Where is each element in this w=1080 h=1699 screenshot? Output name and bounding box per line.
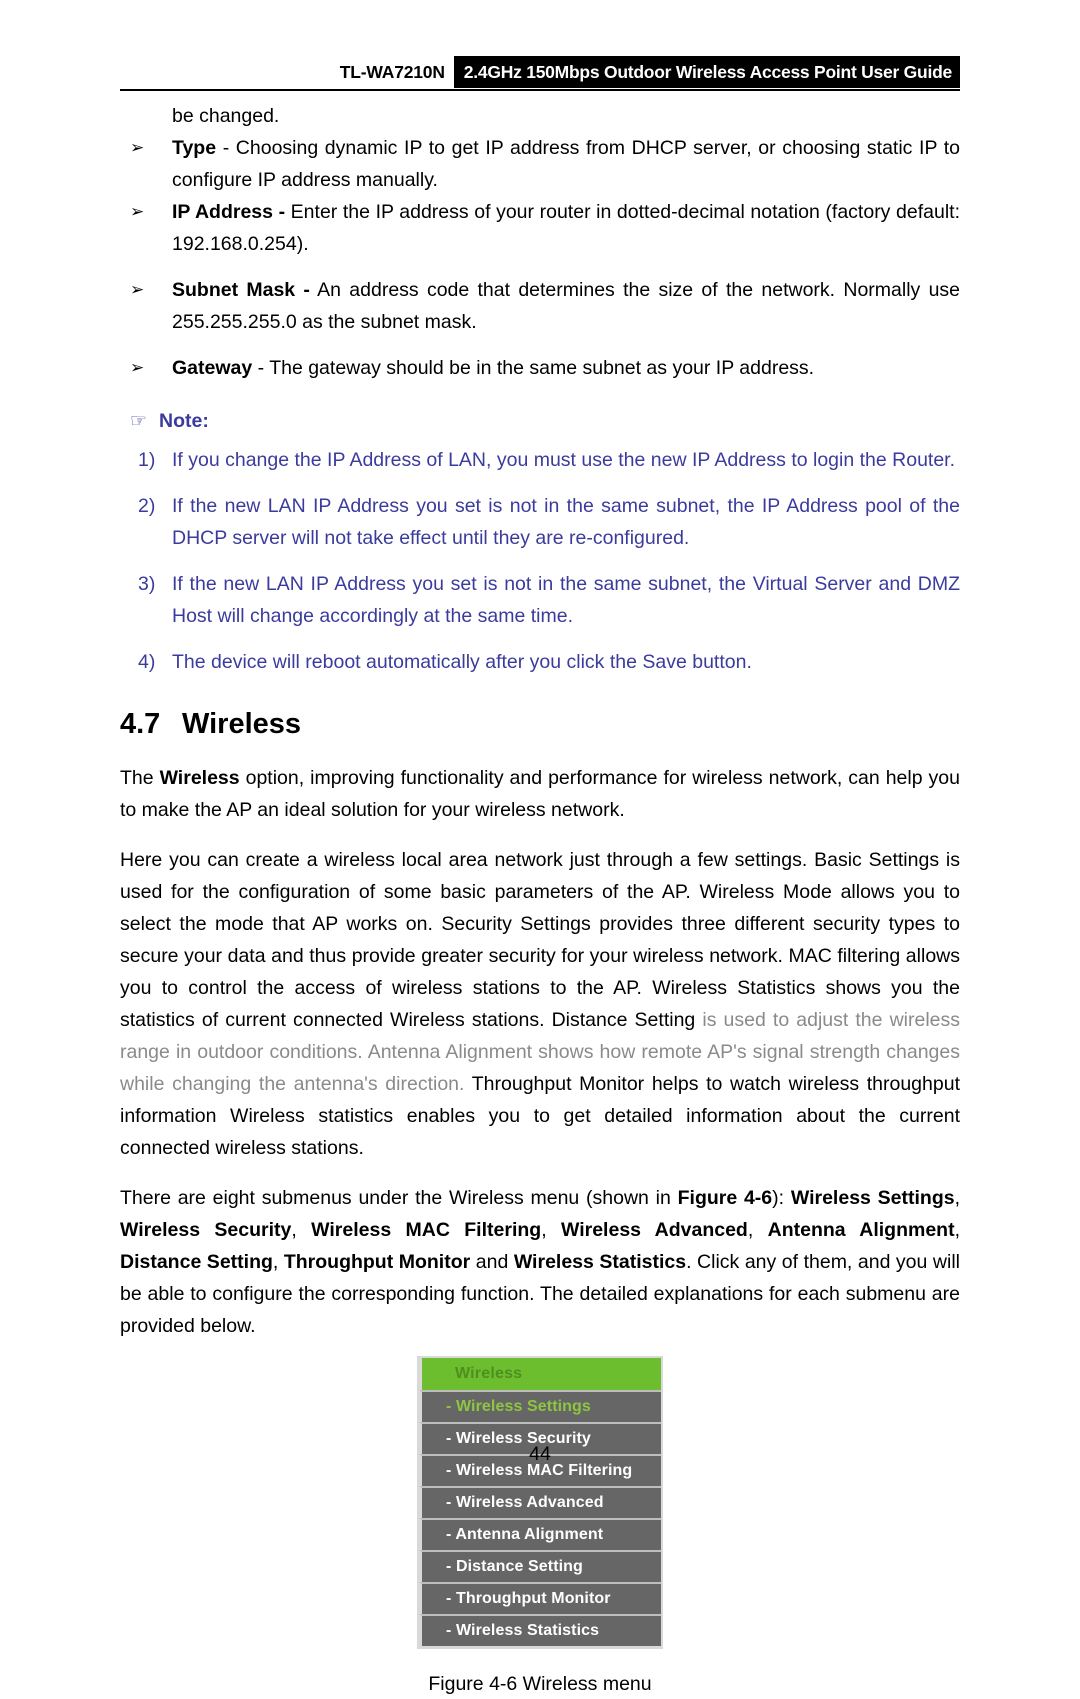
bullet-text-gateway: - The gateway should be in the same subn… <box>252 357 815 379</box>
note-item: 3) If the new LAN IP Address you set is … <box>120 568 960 632</box>
document-page: TL-WA7210N 2.4GHz 150Mbps Outdoor Wirele… <box>0 0 1080 1695</box>
para1-bold-wireless: Wireless <box>159 767 240 789</box>
bullet-arrow-icon: ➢ <box>130 202 145 222</box>
para3-t3: ): <box>772 1187 791 1209</box>
submenu-name-wireless-advanced: Wireless Advanced <box>560 1219 748 1241</box>
bullet-item-type: ➢ Type - Choosing dynamic IP to get IP a… <box>120 132 960 196</box>
paragraph-wireless-overview: Here you can create a wireless local are… <box>120 844 960 1164</box>
bullet-item-subnet-mask: ➢ Subnet Mask - An address code that det… <box>120 274 960 338</box>
pointing-hand-icon: ☞ <box>130 410 148 432</box>
para3-t17: and <box>470 1251 514 1273</box>
para3-t9: , <box>541 1219 561 1241</box>
section-number: 4.7 <box>120 708 161 740</box>
menu-item-wireless-advanced[interactable]: - Wireless Advanced <box>419 1486 661 1518</box>
section-title: Wireless <box>182 708 302 740</box>
para1-a: The <box>120 767 160 789</box>
submenu-name-distance-setting: Distance Setting <box>120 1251 273 1273</box>
note-item-text: If the new LAN IP Address you set is not… <box>172 495 960 549</box>
note-item-text: If you change the IP Address of LAN, you… <box>172 449 956 471</box>
submenu-name-antenna-alignment: Antenna Alignment <box>767 1219 955 1241</box>
para3-t15: , <box>272 1251 284 1273</box>
note-block: ☞ Note: 1) If you change the IP Address … <box>120 406 960 678</box>
menu-item-wireless-settings[interactable]: - Wireless Settings <box>419 1390 661 1422</box>
para2-black-part-1: Here you can create a wireless local are… <box>120 849 960 1031</box>
submenu-name-wireless-settings: Wireless Settings <box>790 1187 955 1209</box>
bullet-text-ip-address: Enter the IP address of your router in d… <box>172 201 960 255</box>
figure-caption: Figure 4-6 Wireless menu <box>428 1673 652 1695</box>
bullet-term-subnet-mask: Subnet Mask - <box>172 279 310 301</box>
note-item-number: 3) <box>138 573 156 595</box>
paragraph-submenus: There are eight submenus under the Wirel… <box>120 1182 960 1342</box>
paragraph-wireless-intro: The Wireless option, improving functiona… <box>120 762 960 826</box>
running-header: TL-WA7210N 2.4GHz 150Mbps Outdoor Wirele… <box>120 56 960 90</box>
bullet-term-type: Type <box>172 137 217 159</box>
bullet-term-gateway: Gateway <box>172 357 253 379</box>
note-item: 4) The device will reboot automatically … <box>120 646 960 678</box>
bullet-term-ip-address: IP Address - <box>172 201 286 223</box>
para3-t11: , <box>747 1219 768 1241</box>
note-item-text: If the new LAN IP Address you set is not… <box>172 573 960 627</box>
submenu-name-wireless-statistics: Wireless Statistics <box>513 1251 687 1273</box>
menu-item-distance-setting[interactable]: - Distance Setting <box>419 1550 661 1582</box>
menu-header-wireless[interactable]: Wireless <box>419 1358 661 1390</box>
bullet-item-ip-address: ➢ IP Address - Enter the IP address of y… <box>120 196 960 260</box>
section-heading: 4.7 Wireless <box>120 704 960 744</box>
note-label: Note: <box>159 410 209 432</box>
figure-reference: Figure 4-6 <box>677 1187 773 1209</box>
bullet-item-gateway: ➢ Gateway - The gateway should be in the… <box>120 352 960 384</box>
para3-t13: , <box>954 1219 961 1241</box>
note-item-number: 1) <box>138 449 156 471</box>
note-item: 1) If you change the IP Address of LAN, … <box>120 444 960 476</box>
menu-item-wireless-statistics[interactable]: - Wireless Statistics <box>419 1614 661 1646</box>
figure-wireless-menu: Wireless - Wireless Settings - Wireless … <box>417 1356 663 1649</box>
para1-c: option, improving functionality and perf… <box>120 767 960 821</box>
bullet-arrow-icon: ➢ <box>130 280 145 300</box>
para3-t7: , <box>291 1219 312 1241</box>
note-item: 2) If the new LAN IP Address you set is … <box>120 490 960 554</box>
submenu-name-wireless-security: Wireless Security <box>120 1219 292 1241</box>
note-heading: ☞ Note: <box>120 406 960 436</box>
menu-item-antenna-alignment[interactable]: - Antenna Alignment <box>419 1518 661 1550</box>
para3-t5: , <box>954 1187 960 1209</box>
submenu-name-wireless-mac-filtering: Wireless MAC Filtering <box>311 1219 542 1241</box>
bullet-arrow-icon: ➢ <box>130 358 145 378</box>
page-number: 44 <box>529 1443 551 1465</box>
bullet-text-type: - Choosing dynamic IP to get IP address … <box>172 137 960 191</box>
header-model-name: TL-WA7210N <box>339 61 445 82</box>
para3-t1: There are eight submenus under the Wirel… <box>120 1187 678 1209</box>
wireless-menu-panel: Wireless - Wireless Settings - Wireless … <box>417 1356 663 1649</box>
note-item-text: The device will reboot automatically aft… <box>172 651 752 673</box>
bullet-arrow-icon: ➢ <box>130 138 145 158</box>
header-document-title: 2.4GHz 150Mbps Outdoor Wireless Access P… <box>453 56 960 88</box>
header-divider-rule <box>120 89 960 91</box>
note-item-number: 2) <box>138 495 156 517</box>
submenu-name-throughput-monitor: Throughput Monitor <box>283 1251 471 1273</box>
menu-item-throughput-monitor[interactable]: - Throughput Monitor <box>419 1582 661 1614</box>
continued-text-line: be changed. <box>172 105 280 127</box>
note-item-number: 4) <box>138 651 156 673</box>
